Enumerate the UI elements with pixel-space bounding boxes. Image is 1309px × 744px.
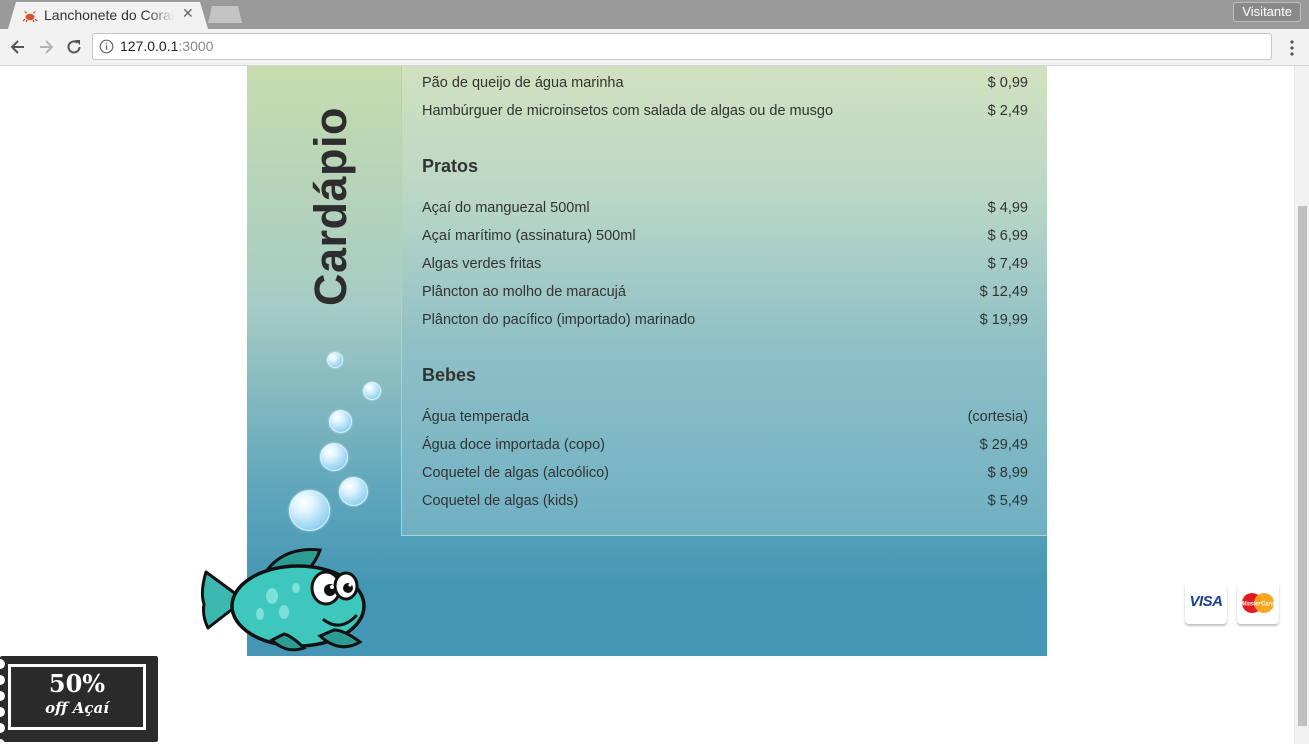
- vertical-scrollbar[interactable]: [1294, 66, 1309, 744]
- menu-item-name: Coquetel de algas (kids): [422, 493, 579, 509]
- bubble-icon: [363, 382, 381, 400]
- kebab-menu-icon[interactable]: [1283, 38, 1301, 58]
- menu-item-name: Pão de queijo de água marinha: [422, 75, 624, 91]
- tab-close-icon[interactable]: ✕: [182, 5, 194, 22]
- profile-button[interactable]: Visitante: [1233, 2, 1301, 22]
- menu-item-name: Plâncton do pacífico (importado) marinad…: [422, 312, 696, 328]
- new-tab-button[interactable]: [208, 6, 242, 23]
- fish-icon: [200, 548, 366, 652]
- menu-item: Coquetel de algas (alcoólico) $ 8,99: [422, 465, 1028, 485]
- mastercard-icon: MasterCard: [1237, 582, 1279, 624]
- menu-item-name: Algas verdes fritas: [422, 256, 542, 272]
- menu-item-price: $ 29,49: [979, 437, 1028, 453]
- browser-toolbar: 127.0.0.1:3000: [0, 29, 1309, 66]
- menu-item: Água temperada (cortesia): [422, 409, 1028, 429]
- menu-item: Pão de queijo de água marinha $ 0,99: [422, 75, 1028, 95]
- menu-item-price: (cortesia): [967, 409, 1028, 425]
- tab-strip: Lanchonete do Coral ✕ Visitante: [0, 0, 1309, 29]
- menu-item: Plâncton ao molho de maracujá $ 12,49: [422, 284, 1028, 304]
- back-arrow-icon[interactable]: [8, 37, 28, 57]
- url-text[interactable]: 127.0.0.1:3000: [120, 38, 213, 54]
- menu-item-price: $ 12,49: [979, 284, 1028, 300]
- menu-item-price: $ 4,99: [987, 200, 1028, 216]
- section-title-bebes: Bebes: [422, 365, 477, 385]
- info-icon[interactable]: [99, 39, 114, 54]
- menu-item-price: $ 19,99: [979, 312, 1028, 328]
- bubble-icon: [320, 443, 348, 471]
- menu-item-price: $ 2,49: [987, 103, 1028, 119]
- bubble-icon: [327, 352, 343, 368]
- reload-icon[interactable]: [64, 37, 84, 57]
- svg-text:MasterCard: MasterCard: [1241, 602, 1274, 608]
- tab-title: Lanchonete do Coral: [44, 7, 174, 23]
- menu-item-name: Açaí do manguezal 500ml: [422, 200, 590, 216]
- menu-item-price: $ 6,99: [987, 228, 1028, 244]
- visa-label: VISA: [1189, 593, 1223, 610]
- menu-item: Plâncton do pacífico (importado) marinad…: [422, 312, 1028, 332]
- menu-item: Água doce importada (copo) $ 29,49: [422, 437, 1028, 457]
- url-port: :3000: [178, 38, 214, 54]
- menu-list: Pão de queijo de água marinha $ 0,99 Ham…: [401, 66, 1047, 536]
- menu-item-name: Coquetel de algas (alcoólico): [422, 465, 609, 481]
- menu-item-name: Plâncton ao molho de maracujá: [422, 284, 626, 300]
- menu-item-price: $ 5,49: [987, 493, 1028, 509]
- bubble-icon: [339, 477, 368, 506]
- menu-item: Coquetel de algas (kids) $ 5,49: [422, 493, 1028, 513]
- menu-item: Algas verdes fritas $ 7,49: [422, 256, 1028, 276]
- menu-item-price: $ 0,99: [987, 75, 1028, 91]
- menu-item: Hambúrguer de microinsetos com salada de…: [422, 103, 1028, 123]
- section-title-pratos: Pratos: [422, 156, 479, 176]
- discount-coupon[interactable]: 50% off Açaí: [0, 656, 158, 742]
- coupon-frame: 50% off Açaí: [8, 664, 146, 730]
- menu-item-price: $ 7,49: [987, 256, 1028, 272]
- menu-item-name: Água temperada: [422, 409, 530, 425]
- menu-item: Açaí marítimo (assinatura) 500ml $ 6,99: [422, 228, 1028, 248]
- url-host: 127.0.0.1: [120, 38, 179, 54]
- bubble-icon: [289, 490, 330, 531]
- address-bar[interactable]: 127.0.0.1:3000: [92, 33, 1272, 60]
- menu-item-name: Hambúrguer de microinsetos com salada de…: [422, 103, 834, 119]
- menu-item-name: Açaí marítimo (assinatura) 500ml: [422, 228, 636, 244]
- crab-favicon-icon: [22, 11, 38, 23]
- coupon-text: off Açaí: [45, 699, 109, 717]
- scrollbar-thumb[interactable]: [1298, 206, 1307, 726]
- sidebar-title: Cardápio: [305, 106, 356, 306]
- menu-item-price: $ 8,99: [987, 465, 1028, 481]
- menu-item-name: Água doce importada (copo): [422, 437, 605, 453]
- mastercard-logo: MasterCard: [1241, 593, 1275, 613]
- visa-card-icon: VISA: [1185, 582, 1227, 624]
- forward-arrow-icon[interactable]: [36, 37, 56, 57]
- bubble-icon: [329, 410, 352, 433]
- coupon-percent: 50%: [48, 669, 106, 698]
- page-viewport: Cardápio Pão de queijo de água marinha $…: [0, 66, 1309, 744]
- menu-item: Açaí do manguezal 500ml $ 4,99: [422, 200, 1028, 220]
